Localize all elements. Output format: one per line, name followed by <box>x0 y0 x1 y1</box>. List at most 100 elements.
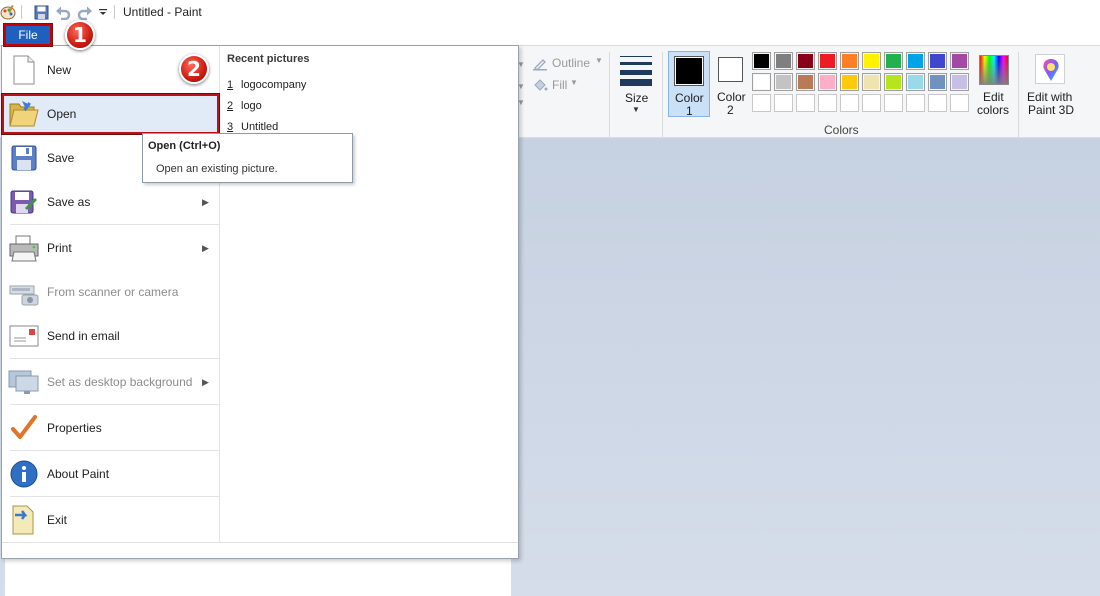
palette-swatch-fill <box>842 54 857 68</box>
palette-swatch[interactable] <box>840 73 859 91</box>
palette-swatch-fill <box>930 54 945 68</box>
outline-label: Outline <box>552 56 591 70</box>
menu-item-send-email[interactable]: Send in email <box>2 314 219 358</box>
scanner-icon <box>8 276 40 308</box>
menu-label-set-desktop: Set as desktop background <box>47 375 193 389</box>
palette-swatch[interactable] <box>884 52 903 70</box>
edit-3d-label-line2: Paint 3D <box>1028 103 1075 117</box>
menu-label-new: New <box>47 63 72 77</box>
file-menu-commands: New Open Save Save as ▶ Print ▶ From sca… <box>1 46 220 542</box>
menu-item-open[interactable]: Open <box>1 93 220 135</box>
size-line-thickest <box>620 79 652 86</box>
printer-icon <box>8 232 40 264</box>
palette-swatch[interactable] <box>884 73 903 91</box>
undo-icon[interactable] <box>54 3 72 21</box>
palette-swatch[interactable] <box>862 52 881 70</box>
palette-swatch[interactable] <box>862 73 881 91</box>
recent-item-number: 3 <box>227 121 234 133</box>
menu-item-properties[interactable]: Properties <box>2 406 219 450</box>
palette-swatch-empty[interactable] <box>752 94 771 112</box>
recent-item[interactable]: 1 logocompany <box>227 75 306 95</box>
menu-item-save-as[interactable]: Save as ▶ <box>2 180 219 224</box>
menu-item-print[interactable]: Print ▶ <box>2 226 219 270</box>
edit-with-paint3d-button[interactable]: Edit with Paint 3D <box>1022 51 1078 117</box>
palette-swatch[interactable] <box>950 52 969 70</box>
menu-label-save-as: Save as <box>47 195 91 209</box>
palette-swatch[interactable] <box>928 73 947 91</box>
customize-quick-access-icon[interactable] <box>98 3 108 21</box>
palette-swatch[interactable] <box>928 52 947 70</box>
palette-swatch-empty[interactable] <box>884 94 903 112</box>
tooltip-body: Open an existing picture. <box>156 163 278 175</box>
palette-swatch[interactable] <box>774 52 793 70</box>
step-badge-1: 1 <box>65 20 95 50</box>
palette-swatch-empty[interactable] <box>906 94 925 112</box>
palette-swatch-empty[interactable] <box>840 94 859 112</box>
step-badge-2: 2 <box>179 54 209 84</box>
palette-swatch[interactable] <box>840 52 859 70</box>
size-button[interactable]: Size ▼ <box>616 52 656 114</box>
palette-swatch-fill <box>952 54 967 68</box>
palette-swatch[interactable] <box>818 52 837 70</box>
file-button-label: File <box>18 28 38 42</box>
recent-item-name: Untitled <box>241 121 279 133</box>
qa-separator <box>21 5 22 19</box>
palette-swatch[interactable] <box>752 52 771 70</box>
palette-swatch-empty[interactable] <box>774 94 793 112</box>
menu-item-from-scanner[interactable]: From scanner or camera <box>2 270 219 314</box>
chevron-down-icon: ▼ <box>570 78 578 87</box>
paint-app-icon[interactable] <box>0 3 16 21</box>
menu-item-exit[interactable]: Exit <box>2 498 219 542</box>
edit-colors-button[interactable]: Edit colors <box>974 51 1014 117</box>
palette-swatch-empty[interactable] <box>950 94 969 112</box>
menu-label-from-scanner: From scanner or camera <box>47 285 179 299</box>
fill-button[interactable]: Fill ▼ <box>532 77 582 93</box>
edit-colors-label-line2: colors <box>977 103 1010 117</box>
file-menu-button[interactable]: File <box>3 23 53 47</box>
size-label: Size <box>625 91 649 105</box>
redo-icon[interactable] <box>76 3 94 21</box>
email-icon <box>8 320 40 352</box>
save-as-icon <box>8 186 40 218</box>
palette-swatch[interactable] <box>752 73 771 91</box>
recent-item-number: 1 <box>227 79 234 91</box>
recent-pictures-pane: Recent pictures 1 logocompany 2 logo 3 U… <box>221 46 518 542</box>
size-line-thick <box>620 70 652 75</box>
outline-icon <box>533 59 547 71</box>
palette-swatch[interactable] <box>950 73 969 91</box>
palette-swatch[interactable] <box>796 52 815 70</box>
recent-item-name: logocompany <box>241 79 307 91</box>
menu-item-about[interactable]: About Paint <box>2 452 219 496</box>
menu-divider <box>10 404 220 405</box>
size-line-medium <box>620 62 652 65</box>
palette-swatch-empty[interactable] <box>862 94 881 112</box>
palette-swatch[interactable] <box>796 73 815 91</box>
menu-label-open: Open <box>47 107 77 121</box>
palette-swatch[interactable] <box>818 73 837 91</box>
color2-button[interactable]: Color 2 <box>712 51 750 117</box>
palette-swatch-empty[interactable] <box>818 94 837 112</box>
palette-swatch[interactable] <box>774 73 793 91</box>
menu-item-set-desktop[interactable]: Set as desktop background ▶ <box>2 360 219 404</box>
recent-item-name: logo <box>241 100 262 112</box>
color2-swatch <box>718 57 743 82</box>
open-folder-icon <box>8 98 40 130</box>
recent-item[interactable]: 2 logo <box>227 96 262 116</box>
outline-button[interactable]: Outline ▼ <box>532 55 603 71</box>
palette-swatch[interactable] <box>906 73 925 91</box>
menu-label-save: Save <box>47 151 75 165</box>
tooltip-title: Open (Ctrl+O) <box>148 140 221 152</box>
fill-label: Fill <box>552 78 568 92</box>
palette-swatch-fill <box>820 54 835 68</box>
color1-swatch <box>674 56 704 86</box>
palette-swatch-fill <box>908 75 923 89</box>
palette-swatch-empty[interactable] <box>796 94 815 112</box>
color1-button[interactable]: Color 1 <box>668 51 710 118</box>
palette-swatch[interactable] <box>906 52 925 70</box>
color2-label: Color <box>717 90 746 104</box>
save-icon <box>8 142 40 174</box>
palette-swatch-empty[interactable] <box>928 94 947 112</box>
palette-swatch-fill <box>798 75 813 89</box>
save-icon[interactable] <box>32 3 50 21</box>
checkmark-icon <box>8 412 40 444</box>
